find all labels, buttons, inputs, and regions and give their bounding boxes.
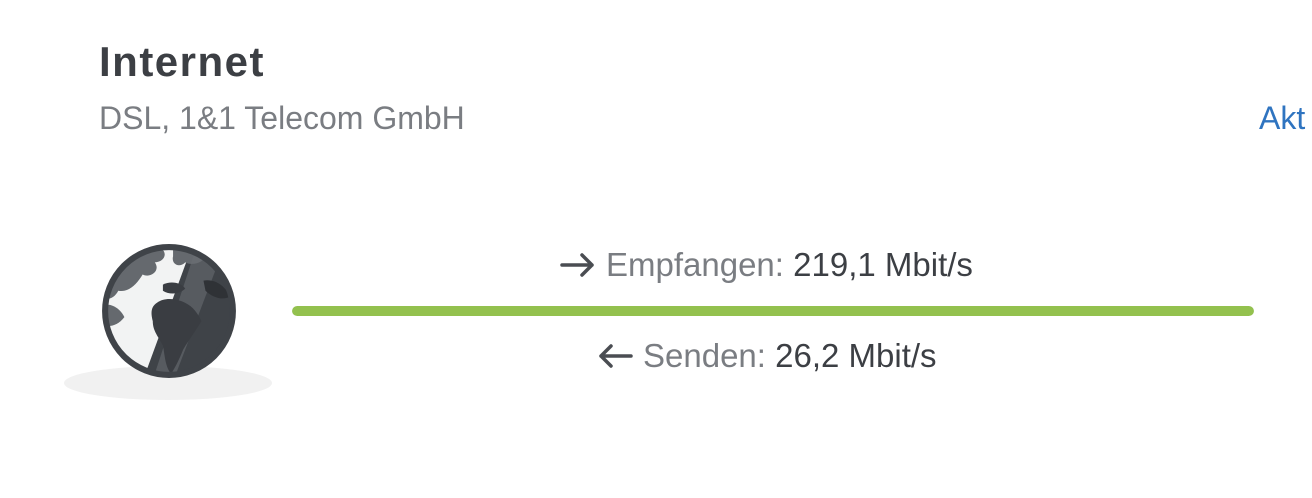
download-rate: Empfangen: 219,1 Mbit/s xyxy=(560,246,973,284)
speed-bar xyxy=(292,306,1254,316)
arrow-right-icon xyxy=(560,246,596,284)
upload-rate: Senden: 26,2 Mbit/s xyxy=(597,337,937,375)
internet-connection-panel: Internet DSL, 1&1 Telecom GmbH Akt Empfa… xyxy=(0,0,1312,498)
internet-globe xyxy=(64,238,274,408)
connection-provider: DSL, 1&1 Telecom GmbH xyxy=(99,100,465,136)
upload-value: 26,2 Mbit/s xyxy=(775,337,937,374)
download-label: Empfangen: xyxy=(606,246,784,283)
globe-icon xyxy=(102,244,236,378)
upload-label: Senden: xyxy=(643,337,766,374)
arrow-left-icon xyxy=(597,337,633,375)
speed-bar-fill xyxy=(292,306,1254,316)
action-link[interactable]: Akt xyxy=(1259,100,1305,137)
connection-title: Internet xyxy=(99,38,266,85)
download-value: 219,1 Mbit/s xyxy=(793,246,973,283)
